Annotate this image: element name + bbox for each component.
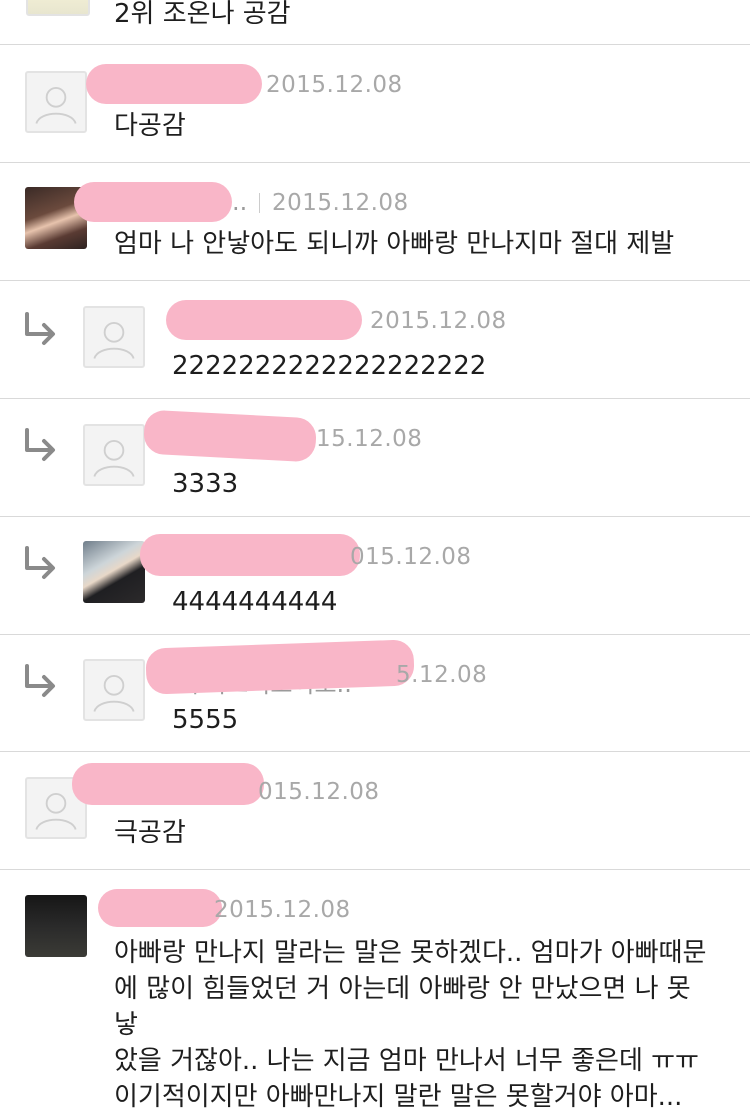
nickname-redaction: [142, 409, 318, 463]
person-silhouette-icon: [35, 87, 77, 124]
comment-line: 에 많이 힘들었던 거 아는데 아빠랑 안 만났으면 나 못 낳: [114, 974, 691, 1040]
nickname-redaction: [72, 763, 264, 805]
comment-row: .. 2015.12.08 엄마 나 안낳아도 되니까 아빠랑 만나지마 절대 …: [0, 162, 750, 281]
comment-date: 2015.12.08: [370, 308, 507, 334]
comment-date: 015.12.08: [258, 779, 380, 805]
nickname-redaction: [166, 300, 362, 340]
comment-text: 극공감: [114, 818, 186, 848]
comment-text: 아빠랑 만나지 말라는 말은 못하겠다.. 엄마가 아빠때문 에 많이 힘들었던…: [114, 935, 714, 1115]
comment-line: 아빠랑 만나지 말라는 말은 못하겠다.. 엄마가 아빠때문: [114, 938, 707, 968]
avatar[interactable]: [83, 659, 145, 721]
comment-row: 2위 조온나 공감: [0, 0, 750, 45]
comment-text: 2위 조온나 공감: [114, 0, 291, 29]
reply-row: 15.12.08 3333: [0, 398, 750, 517]
nickname-redaction: [140, 534, 360, 576]
comment-date: 015.12.08: [350, 544, 472, 570]
reply-row: 2015.12.08 2222222222222222222: [0, 280, 750, 399]
avatar[interactable]: [83, 541, 145, 603]
person-silhouette-icon: [93, 440, 135, 477]
nickname-redaction: [86, 64, 262, 104]
nickname-redaction: [98, 889, 222, 927]
comment-text: 4444444444: [172, 587, 338, 617]
comment-row: 2015.12.08 아빠랑 만나지 말라는 말은 못하겠다.. 엄마가 아빠때…: [0, 869, 750, 1112]
reply-row: ㅓ이오이오이오.. 5.12.08 5555: [0, 634, 750, 752]
comment-date: 2015.12.08: [266, 72, 403, 98]
nickname-redaction: [74, 182, 232, 222]
comment-text: 3333: [172, 469, 239, 499]
nickname-redaction: [145, 639, 415, 695]
comment-date: 5.12.08: [396, 662, 488, 688]
avatar[interactable]: [26, 0, 90, 16]
comment-row: 2015.12.08 다공감: [0, 44, 750, 163]
reply-arrow-icon: [25, 664, 55, 697]
reply-row: 015.12.08 4444444444: [0, 516, 750, 635]
avatar[interactable]: [83, 424, 145, 486]
avatar[interactable]: [25, 71, 87, 133]
comment-text: 5555: [172, 705, 239, 735]
reply-arrow-icon: [25, 428, 55, 461]
person-silhouette-icon: [93, 322, 135, 359]
divider: [259, 193, 260, 213]
comment-row: 015.12.08 극공감: [0, 751, 750, 870]
avatar[interactable]: [25, 895, 87, 957]
comment-date: 2015.12.08: [272, 190, 409, 216]
comment-line: 이기적이지만 아빠만나지 말란 말은 못할거야 아마...: [114, 1082, 683, 1112]
reply-arrow-icon: [25, 312, 55, 345]
avatar[interactable]: [83, 306, 145, 368]
comment-text: 2222222222222222222: [172, 351, 487, 381]
comment-text: 엄마 나 안낳아도 되니까 아빠랑 만나지마 절대 제발: [114, 229, 675, 259]
nickname-tail: ..: [232, 188, 248, 216]
comment-text: 다공감: [114, 111, 186, 141]
reply-arrow-icon: [25, 546, 55, 579]
comment-date: 15.12.08: [316, 426, 423, 452]
person-silhouette-icon: [93, 675, 135, 712]
comment-line: 았을 거잖아.. 나는 지금 엄마 만나서 너무 좋은데 ㅠㅠ: [114, 1046, 699, 1076]
comment-date: 2015.12.08: [214, 897, 351, 923]
